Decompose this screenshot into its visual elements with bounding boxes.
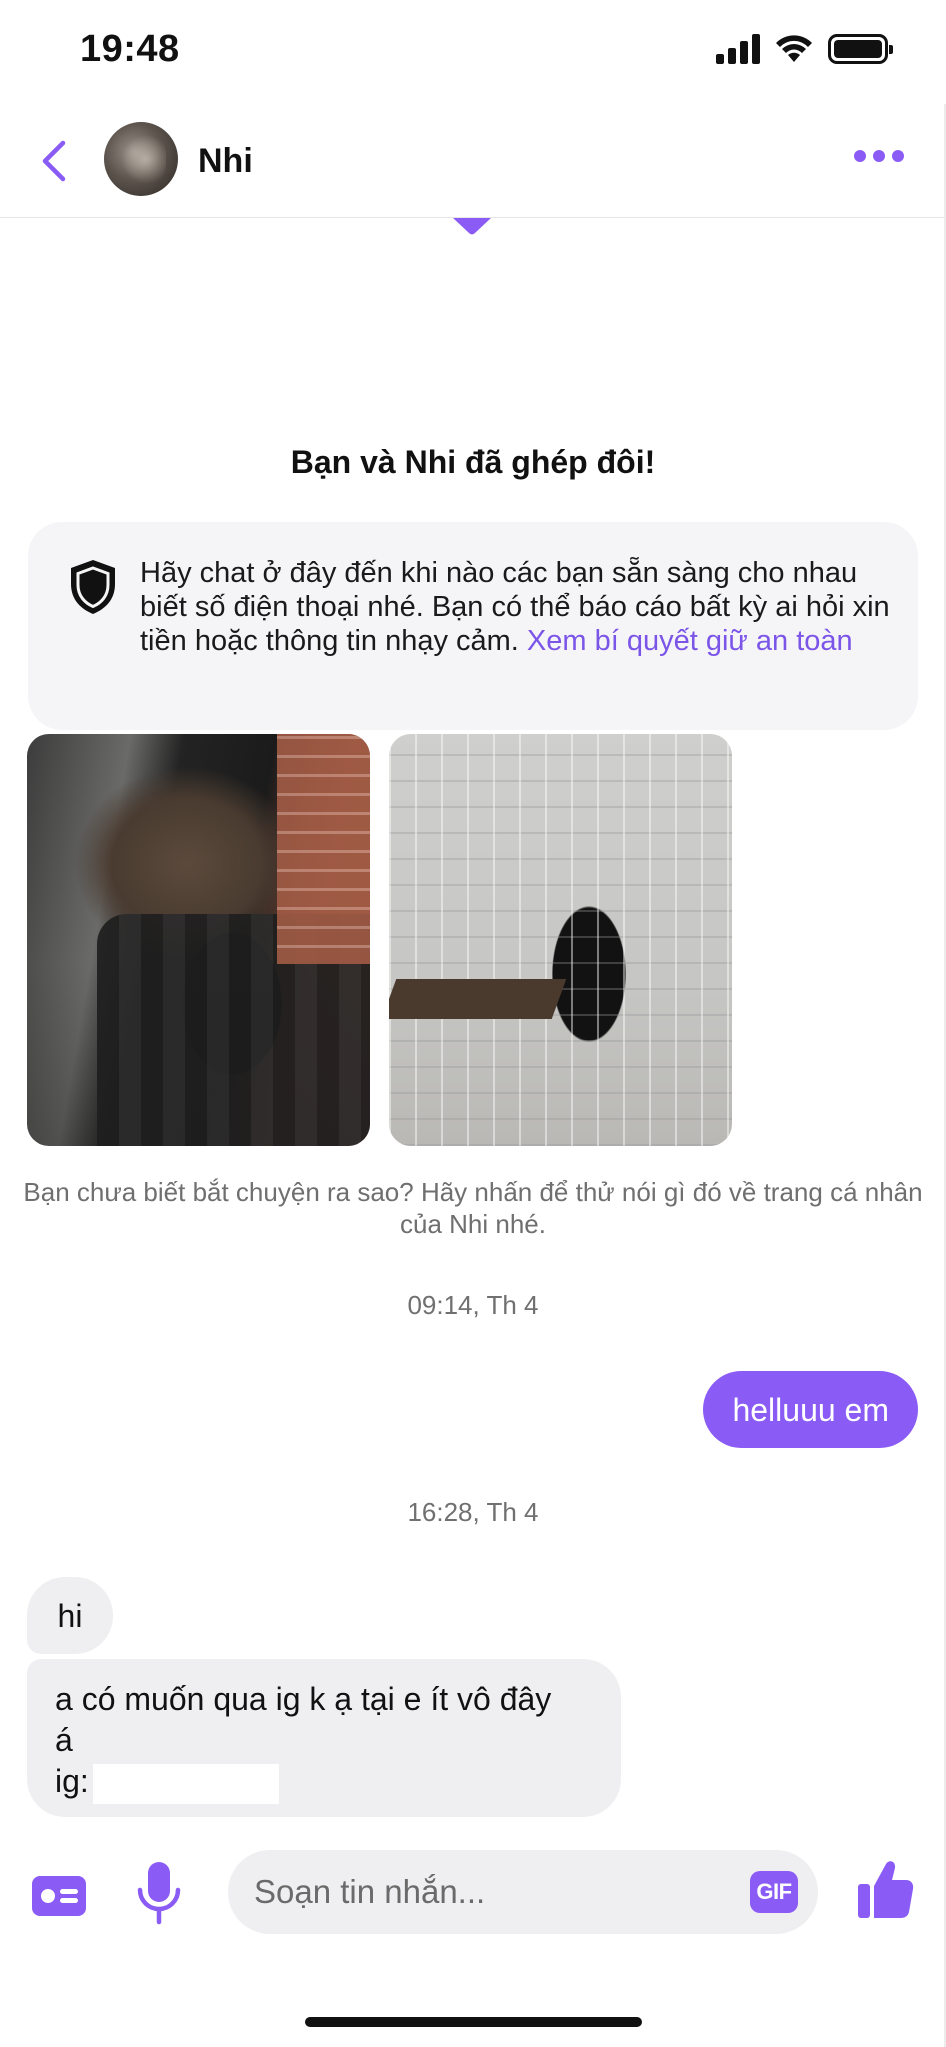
- outgoing-message[interactable]: helluuu em: [703, 1371, 918, 1448]
- id-card-icon[interactable]: [30, 1872, 88, 1920]
- message-line: á: [55, 1722, 73, 1758]
- contact-name[interactable]: Nhi: [198, 142, 253, 181]
- battery-icon: [828, 34, 893, 64]
- message-line: a có muốn qua ig k ạ tại e ít vô đây: [55, 1681, 552, 1717]
- heart-tip-icon: [453, 218, 491, 235]
- safety-card: Hãy chat ở đây đến khi nào các bạn sẵn s…: [28, 522, 918, 730]
- message-input-container: GIF: [228, 1850, 818, 1934]
- message-timestamp: 09:14, Th 4: [407, 1290, 539, 1320]
- message-line: ig:: [55, 1761, 593, 1804]
- safety-tips-link[interactable]: Xem bí quyết giữ an toàn: [527, 625, 853, 657]
- incoming-message[interactable]: hi: [27, 1577, 113, 1654]
- more-dots-icon: [854, 150, 866, 162]
- home-indicator[interactable]: [305, 2017, 642, 2027]
- back-button[interactable]: [30, 134, 78, 188]
- signal-icon: [716, 34, 760, 64]
- status-time: 19:48: [80, 28, 180, 70]
- status-icons: [716, 34, 893, 64]
- shield-icon: [71, 560, 115, 614]
- profile-photo[interactable]: [27, 734, 370, 1146]
- gif-button[interactable]: GIF: [750, 1871, 798, 1913]
- more-options-button[interactable]: [854, 150, 904, 162]
- status-bar: 19:48: [0, 0, 946, 104]
- chevron-left-icon: [42, 140, 66, 182]
- wifi-icon: [776, 35, 812, 62]
- safety-text: Hãy chat ở đây đến khi nào các bạn sẵn s…: [140, 556, 900, 658]
- incoming-message[interactable]: a có muốn qua ig k ạ tại e ít vô đây á i…: [27, 1659, 621, 1817]
- profile-photo[interactable]: [389, 734, 732, 1146]
- match-title: Bạn và Nhi đã ghép đôi!: [290, 444, 656, 480]
- message-composer: GIF: [0, 1850, 946, 1950]
- conversation-hint[interactable]: Bạn chưa biết bắt chuyện ra sao? Hãy nhấ…: [20, 1176, 926, 1240]
- message-input[interactable]: [254, 1850, 714, 1934]
- message-timestamp: 16:28, Th 4: [407, 1497, 539, 1527]
- thumbs-up-icon[interactable]: [856, 1858, 914, 1920]
- redacted-handle: [92, 1763, 279, 1804]
- avatar[interactable]: [104, 122, 178, 196]
- chat-header: Nhi: [0, 104, 946, 218]
- microphone-icon[interactable]: [136, 1860, 182, 1926]
